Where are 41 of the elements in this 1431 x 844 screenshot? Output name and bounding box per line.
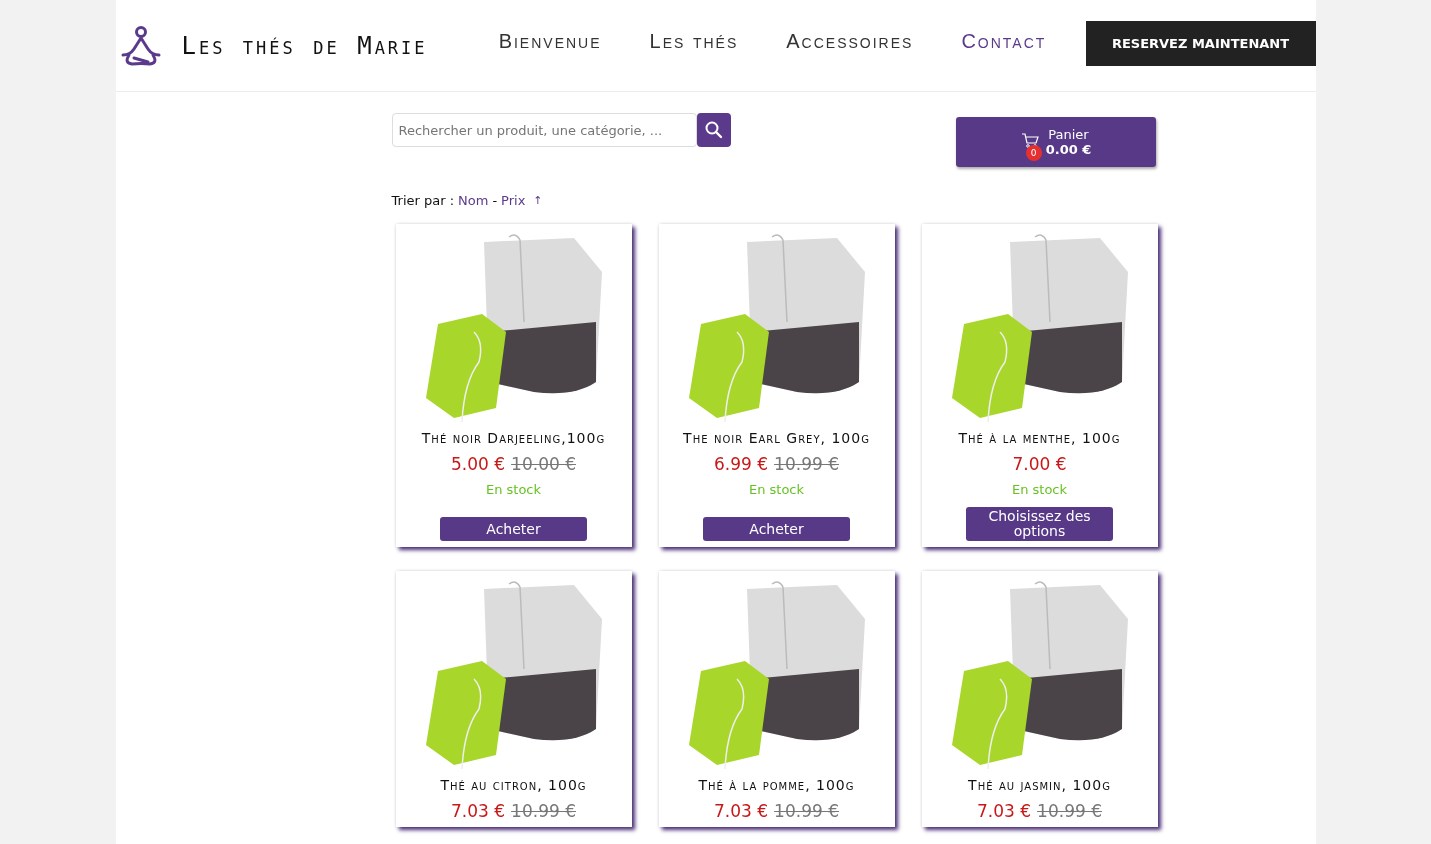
nav-link[interactable]: Accessoires xyxy=(786,30,914,53)
search-button[interactable] xyxy=(696,113,731,147)
nav-link[interactable]: Les thés xyxy=(649,30,739,53)
reserve-button[interactable]: RESERVEZ MAINTENANT xyxy=(1085,21,1316,66)
product-name[interactable]: Thé au citron, 100g xyxy=(440,777,587,793)
cart-button[interactable]: 0 Panier 0.00 € xyxy=(955,117,1156,167)
product-price: 6.99 € xyxy=(714,454,769,474)
product-name[interactable]: The noir Earl Grey, 100g xyxy=(683,430,870,446)
product-name[interactable]: Thé à la menthe, 100g xyxy=(958,430,1121,446)
product-price: 7.00 € xyxy=(1012,454,1067,474)
cart-icon xyxy=(1020,133,1039,149)
product-name[interactable]: Thé noir Darjeeling,100g xyxy=(421,430,606,446)
buy-button[interactable]: Acheter xyxy=(440,517,587,541)
buy-button[interactable]: Acheter xyxy=(703,517,850,541)
stock-status: En stock xyxy=(748,482,805,497)
nav-link[interactable]: Contact xyxy=(961,30,1047,53)
product-price: 7.03 € xyxy=(714,801,769,821)
original-price: 10.99 € xyxy=(511,801,576,821)
meditation-logo-icon xyxy=(119,24,162,67)
original-price: 10.00 € xyxy=(511,454,576,474)
stock-status: En stock xyxy=(1011,482,1068,497)
product-name[interactable]: Thé à la pomme, 100g xyxy=(698,777,855,793)
product-name[interactable]: Thé au jasmin, 100g xyxy=(968,777,1111,793)
sort-option-link[interactable]: Nom xyxy=(458,193,489,208)
original-price: 10.99 € xyxy=(774,801,839,821)
cart-count-badge: 0 xyxy=(1025,145,1042,161)
search-icon xyxy=(703,120,724,140)
product-price: 7.03 € xyxy=(977,801,1032,821)
original-price: 10.99 € xyxy=(1037,801,1102,821)
search-field[interactable]: Rechercher un produit, une catégorie, ... xyxy=(391,113,697,147)
sort-label: Trier par : xyxy=(391,193,455,208)
sort-separator: - xyxy=(492,193,498,208)
product-price: 7.03 € xyxy=(451,801,506,821)
buy-button[interactable]: Choisissez des options xyxy=(966,507,1113,541)
site-title[interactable]: Les thés de Marie xyxy=(181,31,428,60)
sort-option-link[interactable]: Prix xyxy=(501,193,526,208)
original-price: 10.99 € xyxy=(774,454,839,474)
sort-direction-arrow[interactable]: ↑ xyxy=(533,194,543,207)
product-price: 5.00 € xyxy=(451,454,506,474)
stock-status: En stock xyxy=(485,482,542,497)
nav-link[interactable]: Bienvenue xyxy=(498,30,602,53)
